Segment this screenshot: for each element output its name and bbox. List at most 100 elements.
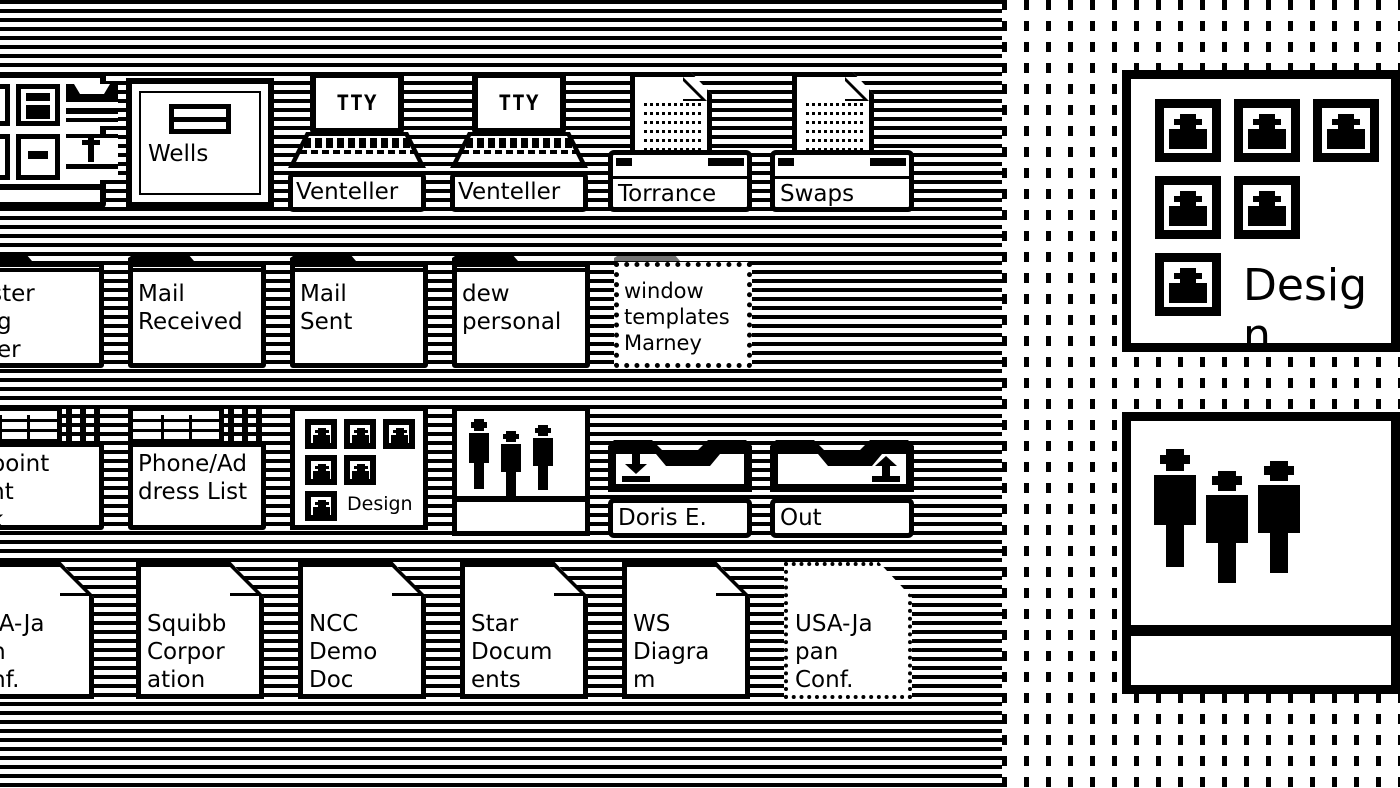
printer-slot-gap <box>794 156 870 168</box>
person-badge-icon <box>1313 99 1379 162</box>
drawer-handle-icon <box>169 104 231 134</box>
icon-swaps-printer[interactable]: Swaps <box>770 72 914 212</box>
icon-label: Wells <box>148 141 209 167</box>
folder-inner-line <box>457 268 585 272</box>
icon-folder-master-filing[interactable]: aster ing lder <box>0 248 104 368</box>
printer-indicator <box>874 158 898 163</box>
icon-label: Mail Received <box>138 281 243 335</box>
icon-label: Swaps <box>780 181 855 207</box>
icon-folder-window-templates-marney[interactable]: window templates Marney <box>614 248 752 368</box>
person-badge-icon <box>1234 99 1300 162</box>
person-badge-icon <box>383 419 415 449</box>
folder-inner-line <box>133 268 261 272</box>
keyboard-keys-row2 <box>462 150 578 154</box>
keyboard-keys-row1 <box>304 138 412 148</box>
page-fold-icon <box>554 562 588 596</box>
printer-label-separator <box>613 176 747 179</box>
icon-document-usa-japan-conf-1[interactable]: JSA-Ja an onf. <box>0 562 94 699</box>
icon-document-star-documents[interactable]: Star Docum ents <box>460 562 588 699</box>
panel-people-group[interactable] <box>1122 412 1400 694</box>
icon-venteller-terminal-2[interactable]: TTY Venteller <box>450 72 588 212</box>
terminal-screen-text: TTY <box>336 91 378 115</box>
record-card-icon <box>0 406 62 444</box>
icon-user-group-design-small[interactable]: Design <box>290 406 428 530</box>
keyboard-keys-row1 <box>466 138 574 148</box>
icon-label: Venteller <box>296 179 399 205</box>
icon-label: USA-Ja pan Conf. <box>795 611 873 693</box>
terminal-screen-text: TTY <box>498 91 540 115</box>
arrow-down-icon <box>622 454 650 482</box>
divider-cell-1 <box>0 84 10 126</box>
panel-label: Design <box>1243 260 1368 361</box>
printer-label-separator <box>775 176 909 179</box>
person-figure-icon <box>499 431 525 497</box>
person-figure-icon <box>1206 471 1248 583</box>
icon-label: Out <box>780 505 822 531</box>
icon-label: dew personal <box>462 281 562 335</box>
icon-document-ws-diagram[interactable]: WS Diagra m <box>622 562 750 699</box>
arrow-up-icon <box>872 454 900 482</box>
icon-folder-mail-sent[interactable]: Mail Sent <box>290 248 428 368</box>
person-badge-icon <box>1155 253 1221 316</box>
calculator-icon <box>16 84 60 126</box>
icon-label: Design <box>347 493 413 515</box>
icon-record-phone-address-list[interactable]: Phone/Ad dress List <box>128 402 266 530</box>
icon-people-group-small[interactable] <box>452 406 590 536</box>
person-badge-icon <box>305 455 337 485</box>
person-figure-icon <box>1258 461 1300 573</box>
desktop-screen: BU Wells TTY Venteller TTY Venteller <box>0 0 1400 788</box>
icon-document-usa-japan-conf-ghost[interactable]: USA-Ja pan Conf. <box>784 562 912 699</box>
icon-label: JSA-Ja an onf. <box>0 611 45 693</box>
icon-label: Squibb Corpor ation <box>147 611 227 693</box>
folder-small-icon <box>16 134 60 180</box>
people-group-separator <box>1122 625 1400 636</box>
folder-inner-line <box>0 268 99 272</box>
icon-document-squibb-corporation[interactable]: Squibb Corpor ation <box>136 562 264 699</box>
divider-label-plate <box>0 184 100 190</box>
icon-label: NCC Demo Doc <box>309 611 378 693</box>
icon-wells[interactable]: Wells <box>126 78 274 208</box>
page-fold-icon <box>716 562 750 596</box>
person-figure-icon <box>531 425 557 495</box>
icon-label: WS Diagra m <box>633 611 710 693</box>
person-badge-icon <box>344 419 376 449</box>
icon-folder-mail-received[interactable]: Mail Received <box>128 248 266 368</box>
icon-out-basket[interactable]: Out <box>770 440 914 558</box>
icon-label: Mail Sent <box>300 281 353 335</box>
icon-document-ncc-demo-doc[interactable]: NCC Demo Doc <box>298 562 426 699</box>
icon-in-basket-doris-e[interactable]: Doris E. <box>608 440 752 558</box>
icon-divider-bu[interactable]: BU <box>0 72 118 208</box>
printer-indicator <box>712 158 736 163</box>
person-badge-icon <box>1155 99 1221 162</box>
page-fold-icon <box>683 77 707 101</box>
person-badge-icon <box>1234 176 1300 239</box>
printer-slot-gap <box>632 156 708 168</box>
person-badge-icon <box>305 491 337 521</box>
person-figure-icon <box>1154 449 1196 567</box>
icon-label: Venteller <box>458 179 561 205</box>
icon-label: aster ing lder <box>0 281 35 363</box>
person-badge-icon <box>305 419 337 449</box>
person-figure-icon <box>467 419 493 491</box>
record-tabs-icon <box>226 406 266 444</box>
icon-folder-dew-personal[interactable]: dew personal <box>452 248 590 368</box>
icon-record-appointment-book[interactable]: ppoint ent ok <box>0 402 104 533</box>
record-card-icon <box>128 406 224 444</box>
icon-venteller-terminal-1[interactable]: TTY Venteller <box>288 72 426 212</box>
person-badge-icon <box>344 455 376 485</box>
icon-label: Phone/Ad dress List <box>138 451 248 505</box>
keyboard-keys-row2 <box>300 150 416 154</box>
panel-user-group-design[interactable]: Design <box>1122 70 1400 361</box>
terminal-screen: TTY <box>310 72 404 134</box>
terminal-screen: TTY <box>472 72 566 134</box>
icon-label: ppoint ent ok <box>0 451 50 533</box>
document-small-icon <box>66 134 118 180</box>
icon-label: Doris E. <box>618 505 707 531</box>
record-tabs-icon <box>64 406 104 444</box>
folder-inner-line <box>295 268 423 272</box>
people-group-separator <box>452 496 590 502</box>
page-fold-icon <box>845 77 869 101</box>
icon-torrance-printer[interactable]: Torrance <box>608 72 752 212</box>
in-basket-small-icon <box>66 84 118 126</box>
person-badge-icon <box>1155 176 1221 239</box>
